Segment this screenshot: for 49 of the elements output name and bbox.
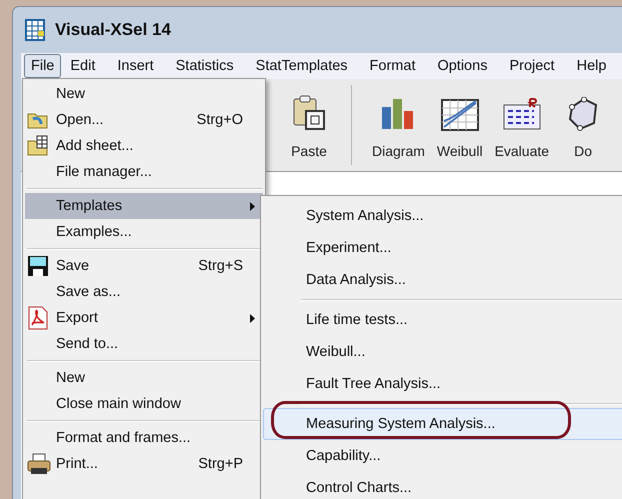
toolbar-button[interactable]: Do xyxy=(555,79,612,171)
menu-entry[interactable]: Format and frames... xyxy=(25,425,263,451)
menu-entry[interactable]: Measuring System Analysis... xyxy=(263,408,622,440)
menu-entry[interactable]: System Analysis... xyxy=(263,200,622,232)
toolbar-button[interactable]: Evaluate xyxy=(488,79,556,171)
menu-item[interactable]: StatTemplates xyxy=(248,54,355,78)
menu-item[interactable]: File xyxy=(24,54,62,78)
shortcut-text: Strg+S xyxy=(198,258,243,274)
line-graph-icon xyxy=(440,99,479,131)
menu-item[interactable]: Insert xyxy=(110,54,161,78)
menu-entry[interactable]: Add sheet... xyxy=(25,133,263,159)
menu-entry[interactable]: Capability... xyxy=(263,440,622,472)
clipboard-icon xyxy=(292,95,326,131)
menu-entry[interactable]: Experiment... xyxy=(263,232,622,264)
menu-entry[interactable]: Control Charts... xyxy=(263,472,622,499)
toolbar-button[interactable]: Diagram xyxy=(366,79,431,171)
menu-item[interactable]: Help xyxy=(570,54,614,78)
menu-entry[interactable]: Save Strg+S xyxy=(25,253,263,279)
menu-item[interactable]: Format xyxy=(362,54,422,78)
menu-entry[interactable]: File manager... xyxy=(25,159,263,185)
menu-entry[interactable]: New xyxy=(25,365,263,391)
app-grid-icon xyxy=(25,19,45,41)
menu-item[interactable]: Statistics xyxy=(168,54,241,78)
cube-network-icon xyxy=(568,97,598,131)
menu-item[interactable]: Edit xyxy=(63,54,102,78)
menu-entry[interactable]: Data Analysis... xyxy=(263,264,622,296)
folder-grid-icon xyxy=(27,135,49,157)
menu-entry[interactable]: Close main window xyxy=(25,391,263,417)
menu-entry[interactable]: Examples... xyxy=(25,219,263,245)
menu-entry[interactable]: Fault Tree Analysis... xyxy=(263,368,622,400)
menu-entry[interactable]: Export xyxy=(25,305,263,331)
menu-entry[interactable]: Life time tests... xyxy=(263,304,622,336)
pdf-document-icon xyxy=(27,306,49,330)
menu-entry[interactable]: Save as... xyxy=(25,279,263,305)
menu-item[interactable]: Options xyxy=(430,54,494,78)
menu-entry[interactable]: Weibull... xyxy=(263,336,622,368)
data-grid-icon xyxy=(502,97,542,131)
menu-entry[interactable]: Send to... xyxy=(25,331,263,357)
menu-entry[interactable]: Open... Strg+O xyxy=(25,107,263,133)
toolbar-button[interactable]: Weibull xyxy=(430,79,489,171)
menu-item[interactable]: Project xyxy=(502,54,562,78)
toolbar-button[interactable]: Paste xyxy=(281,79,337,171)
shortcut-text: Strg+P xyxy=(198,456,243,472)
printer-icon xyxy=(27,453,51,475)
menu-entry[interactable]: Templates xyxy=(25,193,263,219)
menu-entry[interactable]: New xyxy=(25,81,263,107)
window-title: Visual-XSel 14 xyxy=(55,20,171,40)
shortcut-text: Strg+O xyxy=(196,112,243,128)
menu-entry[interactable]: Print... Strg+P xyxy=(25,451,263,477)
